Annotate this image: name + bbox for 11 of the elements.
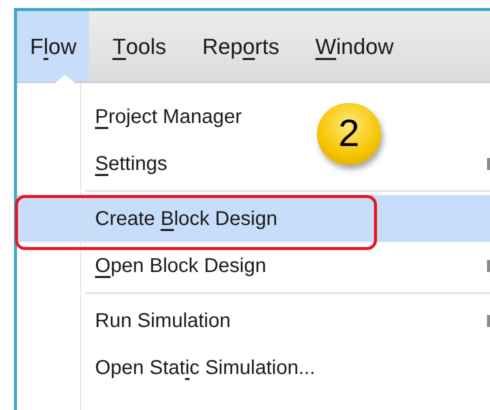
menu-item[interactable]: Flow xyxy=(17,11,90,82)
dropdown-item[interactable]: Settings xyxy=(17,140,315,187)
dropdown-item[interactable]: Project Manager xyxy=(17,93,315,140)
dropdown-item[interactable]: Open Static Simulation... xyxy=(17,344,315,391)
dropdown-item[interactable]: Open Block Design xyxy=(17,242,315,289)
menu-item[interactable]: Window xyxy=(302,11,407,82)
step-badge: 2 xyxy=(317,103,381,165)
dropdown-item[interactable]: Run Simulation xyxy=(17,297,315,344)
menu-item[interactable]: Reports xyxy=(189,11,292,82)
dropdown-item[interactable]: Create Block Design xyxy=(17,195,490,242)
menu-item[interactable]: Tools xyxy=(99,11,180,82)
